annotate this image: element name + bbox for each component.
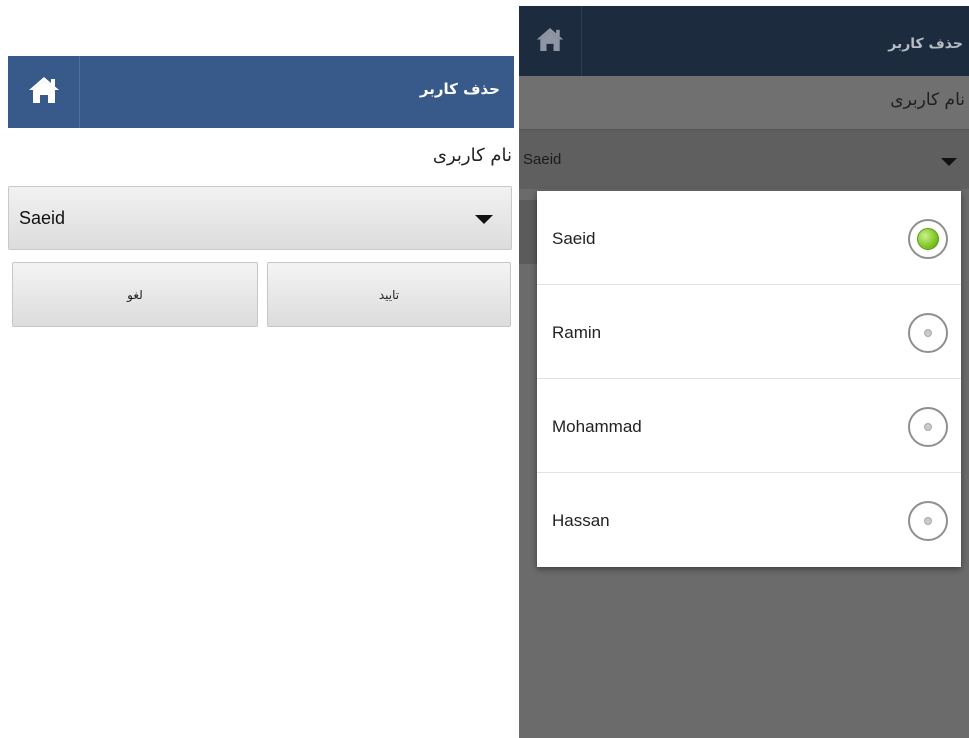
delete-user-screen: حذف کاربر نام کاربری Saeid لغو تایید <box>8 56 514 738</box>
radio-dot <box>924 423 932 431</box>
app-bar: حذف کاربر <box>8 56 514 128</box>
username-spinner[interactable]: Saeid <box>8 186 512 250</box>
dimmed-button-edge <box>519 200 539 264</box>
option-label: Hassan <box>552 511 610 530</box>
list-item[interactable]: Hassan <box>537 473 961 567</box>
app-bar: حذف کاربر <box>519 6 969 76</box>
radio-dot <box>924 329 932 337</box>
username-spinner[interactable]: Saeid <box>519 129 969 189</box>
radio-button[interactable] <box>908 313 948 353</box>
option-label: Mohammad <box>552 417 642 436</box>
username-label-row: نام کاربری <box>519 76 969 129</box>
delete-user-screen-dialog-open: حذف کاربر نام کاربری Saeid Saeid Ramin M… <box>519 6 969 738</box>
list-item[interactable]: Ramin <box>537 285 961 379</box>
radio-dot <box>924 517 932 525</box>
option-label: Ramin <box>552 323 602 342</box>
radio-button[interactable] <box>908 407 948 447</box>
radio-button[interactable] <box>908 219 948 259</box>
page-title: حذف کاربر <box>419 80 500 98</box>
dropdown-arrow-icon <box>475 215 493 224</box>
dropdown-arrow-icon <box>941 158 957 166</box>
user-select-dialog: Saeid Ramin Mohammad Hassan <box>537 191 961 567</box>
cancel-button[interactable]: لغو <box>12 262 258 327</box>
home-icon <box>27 75 61 109</box>
spinner-selected-value: Saeid <box>19 208 66 228</box>
home-button[interactable] <box>8 56 80 128</box>
confirm-button[interactable]: تایید <box>267 262 511 327</box>
radio-selected-dot <box>917 228 939 250</box>
spinner-selected-value: Saeid <box>523 151 562 168</box>
list-item[interactable]: Mohammad <box>537 379 961 473</box>
radio-button[interactable] <box>908 501 948 541</box>
page-title: حذف کاربر <box>888 36 963 52</box>
home-icon <box>535 26 565 57</box>
username-label: نام کاربری <box>890 90 965 110</box>
option-label: Saeid <box>552 229 596 248</box>
home-button[interactable] <box>519 6 582 76</box>
username-label: نام کاربری <box>432 145 512 166</box>
list-item[interactable]: Saeid <box>537 191 961 285</box>
